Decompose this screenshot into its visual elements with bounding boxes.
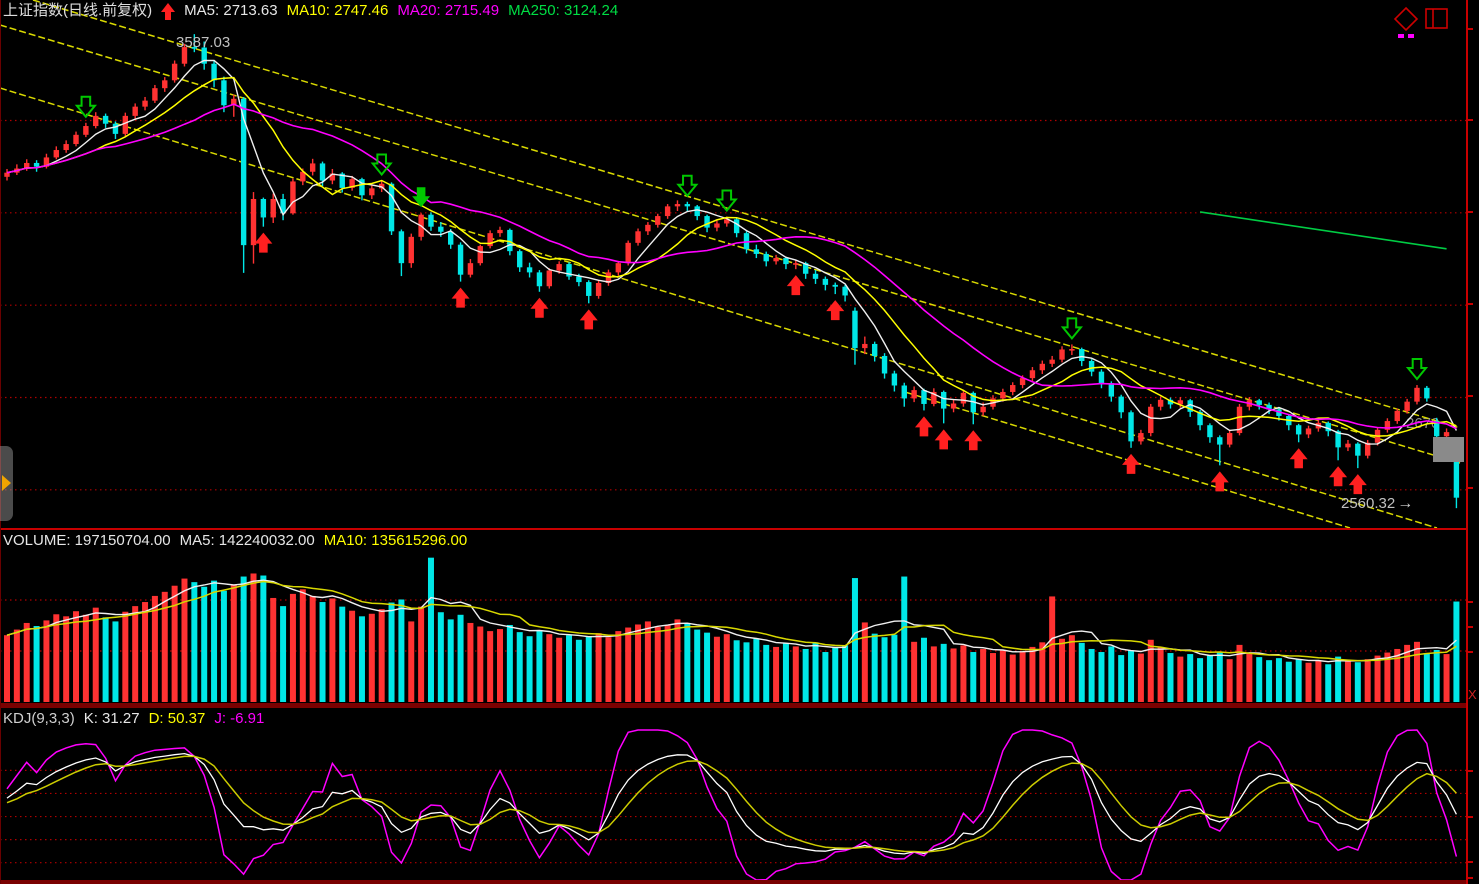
ma10-value: MA10: 2747.46 xyxy=(287,2,389,25)
instrument-title: 上证指数(日线.前复权) xyxy=(3,2,152,25)
marker-dot-icon xyxy=(1408,34,1414,38)
pane-divider-volume-kdj xyxy=(0,703,1466,708)
low-price-arrow-icon: → xyxy=(1397,495,1413,512)
diamond-icon[interactable] xyxy=(1395,8,1417,30)
volume-pane-header: VOLUME: 197150704.00 MA5: 142240032.00 M… xyxy=(3,532,467,550)
ma20-value: MA20: 2715.49 xyxy=(397,2,499,25)
kdj-j-value: J: -6.91 xyxy=(214,710,264,728)
low-price-label: 2560.32→ xyxy=(1341,495,1413,513)
stock-chart-canvas[interactable] xyxy=(0,0,1479,884)
trading-terminal-screen: 2670 上证指数(日线.前复权) MA5: 2713.63 MA10: 274… xyxy=(0,0,1479,884)
kdj-d-value: D: 50.37 xyxy=(149,710,206,728)
main-pane-header: 上证指数(日线.前复权) MA5: 2713.63 MA10: 2747.46 … xyxy=(3,2,618,25)
pane-divider-main-volume xyxy=(0,528,1466,530)
volume-value: VOLUME: 197150704.00 xyxy=(3,532,171,550)
right-gutter: X xyxy=(1466,0,1479,884)
ma250-value: MA250: 3124.24 xyxy=(508,2,618,25)
bottom-border xyxy=(0,880,1466,884)
ma5-value: MA5: 2713.63 xyxy=(184,2,277,25)
marker-dot-icon xyxy=(1398,34,1404,38)
high-price-label: 3587.03 xyxy=(176,34,230,51)
close-indicator-icon[interactable]: X xyxy=(1468,687,1477,702)
left-border xyxy=(0,0,1,884)
chart-toolbar-icons xyxy=(1392,5,1454,41)
right-axis-drag-handle xyxy=(1433,437,1464,462)
kdj-k-value: K: 31.27 xyxy=(84,710,140,728)
kdj-name: KDJ(9,3,3) xyxy=(3,710,75,728)
volume-ma5-value: MA5: 142240032.00 xyxy=(180,532,315,550)
kdj-pane[interactable] xyxy=(0,730,1466,880)
window-icon[interactable] xyxy=(1426,9,1447,28)
low-price-text: 2560.32 xyxy=(1341,495,1395,512)
main-candlestick-pane[interactable] xyxy=(0,0,1466,528)
trend-up-arrow-icon xyxy=(161,3,175,25)
sidebar-expander-tab[interactable] xyxy=(0,446,13,521)
volume-ma10-value: MA10: 135615296.00 xyxy=(324,532,467,550)
kdj-pane-header: KDJ(9,3,3) K: 31.27 D: 50.37 J: -6.91 xyxy=(3,710,264,728)
expand-right-triangle-icon xyxy=(2,475,11,491)
volume-pane[interactable] xyxy=(0,558,1466,702)
